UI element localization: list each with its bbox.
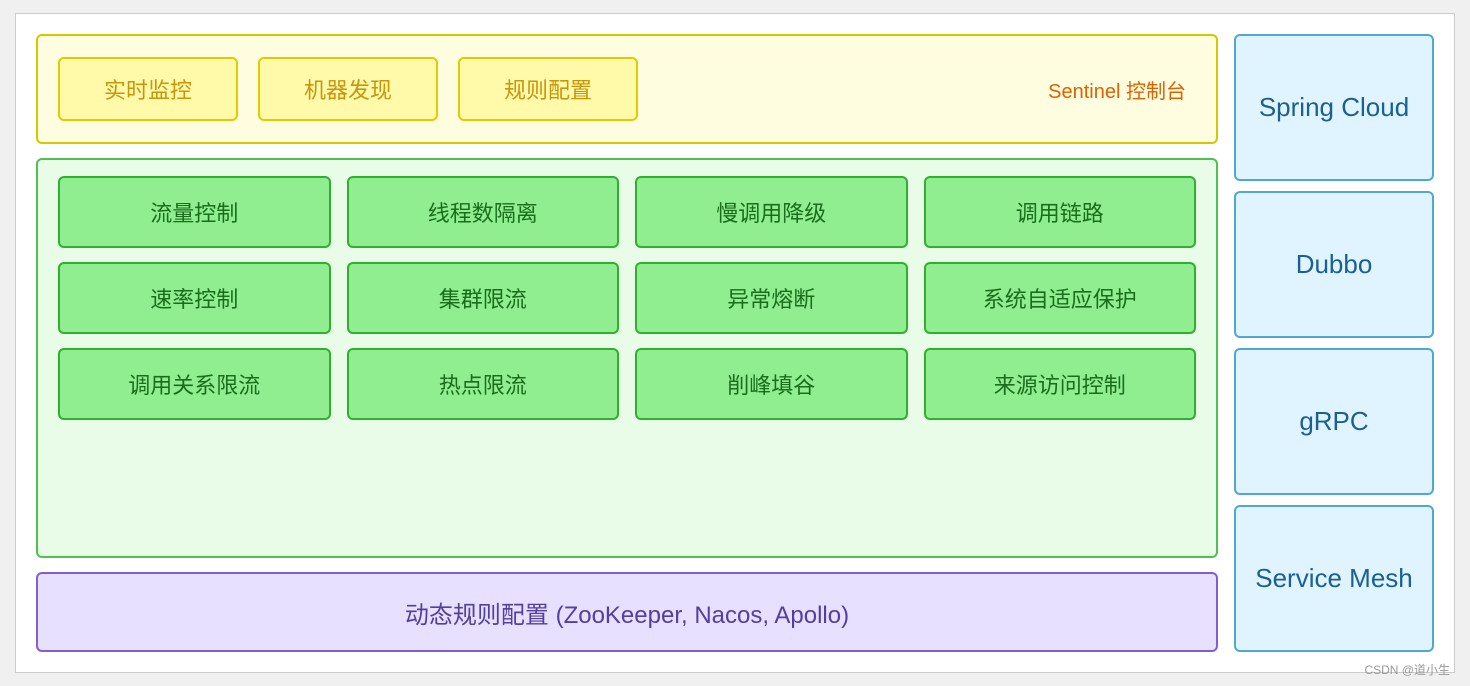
- watermark: CSDN @道小生: [1364, 661, 1450, 678]
- features-box: 流量控制 线程数隔离 慢调用降级 调用链路 速率控制 集群限流 异常熔断 系统自…: [36, 158, 1218, 558]
- feature-item-r2-1: 集群限流: [347, 262, 620, 334]
- right-item-2: gRPC: [1234, 348, 1434, 495]
- feature-item-r3-3: 来源访问控制: [924, 348, 1197, 420]
- features-row-1: 流量控制 线程数隔离 慢调用降级 调用链路: [58, 176, 1196, 248]
- feature-item-r2-3: 系统自适应保护: [924, 262, 1197, 334]
- feature-item-r1-2: 慢调用降级: [635, 176, 908, 248]
- right-item-0: Spring Cloud: [1234, 34, 1434, 181]
- sentinel-box: 实时监控 机器发现 规则配置 Sentinel 控制台: [36, 34, 1218, 144]
- dynamic-label: 动态规则配置 (ZooKeeper, Nacos, Apollo): [405, 595, 849, 630]
- features-row-2: 速率控制 集群限流 异常熔断 系统自适应保护: [58, 262, 1196, 334]
- feature-item-r2-0: 速率控制: [58, 262, 331, 334]
- right-section: Spring Cloud Dubbo gRPC Service Mesh: [1234, 34, 1434, 652]
- sentinel-label: Sentinel 控制台: [1048, 75, 1196, 104]
- main-container: 实时监控 机器发现 规则配置 Sentinel 控制台 流量控制 线程数隔离 慢…: [15, 13, 1455, 673]
- dynamic-box: 动态规则配置 (ZooKeeper, Nacos, Apollo): [36, 572, 1218, 652]
- feature-item-r1-3: 调用链路: [924, 176, 1197, 248]
- feature-item-r3-0: 调用关系限流: [58, 348, 331, 420]
- feature-item-r1-1: 线程数隔离: [347, 176, 620, 248]
- sentinel-item-0: 实时监控: [58, 57, 238, 121]
- feature-item-r3-2: 削峰填谷: [635, 348, 908, 420]
- feature-item-r3-1: 热点限流: [347, 348, 620, 420]
- feature-item-r2-2: 异常熔断: [635, 262, 908, 334]
- right-item-1: Dubbo: [1234, 191, 1434, 338]
- sentinel-item-1: 机器发现: [258, 57, 438, 121]
- right-item-3: Service Mesh: [1234, 505, 1434, 652]
- feature-item-r1-0: 流量控制: [58, 176, 331, 248]
- features-row-3: 调用关系限流 热点限流 削峰填谷 来源访问控制: [58, 348, 1196, 420]
- sentinel-item-2: 规则配置: [458, 57, 638, 121]
- left-section: 实时监控 机器发现 规则配置 Sentinel 控制台 流量控制 线程数隔离 慢…: [36, 34, 1218, 652]
- sentinel-items: 实时监控 机器发现 规则配置: [58, 57, 1028, 121]
